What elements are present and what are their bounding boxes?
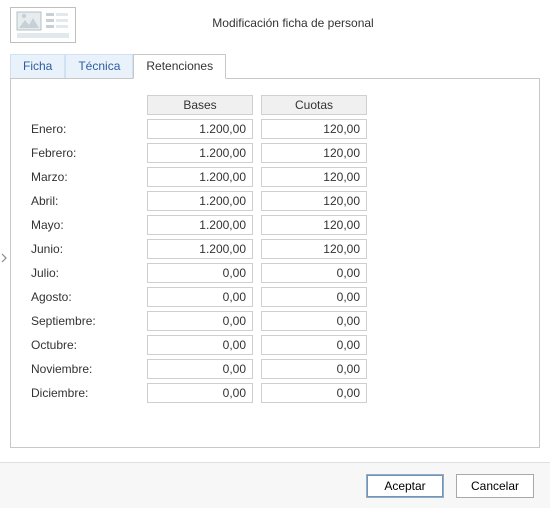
month-label: Abril:: [31, 194, 147, 208]
table-row: Diciembre:: [31, 383, 519, 403]
table-row: Agosto:: [31, 287, 519, 307]
bases-input[interactable]: [147, 167, 253, 187]
month-label: Febrero:: [31, 146, 147, 160]
table-row: Septiembre:: [31, 311, 519, 331]
cuotas-input[interactable]: [261, 119, 367, 139]
tab-tecnica[interactable]: Técnica: [65, 54, 133, 78]
month-label: Enero:: [31, 122, 147, 136]
cuotas-input[interactable]: [261, 311, 367, 331]
month-label: Septiembre:: [31, 314, 147, 328]
bases-input[interactable]: [147, 119, 253, 139]
chevron-right-icon: [1, 253, 7, 263]
cancel-button[interactable]: Cancelar: [456, 474, 534, 498]
month-label: Agosto:: [31, 290, 147, 304]
tab-retenciones[interactable]: Retenciones: [133, 54, 226, 79]
table-row: Enero:: [31, 119, 519, 139]
bases-input[interactable]: [147, 191, 253, 211]
bases-input[interactable]: [147, 215, 253, 235]
month-label: Julio:: [31, 266, 147, 280]
month-label: Noviembre:: [31, 362, 147, 376]
bases-input[interactable]: [147, 239, 253, 259]
table-row: Junio:: [31, 239, 519, 259]
table-row: Octubre:: [31, 335, 519, 355]
table-row: Mayo:: [31, 215, 519, 235]
personnel-card-icon: [16, 11, 70, 39]
cuotas-input[interactable]: [261, 335, 367, 355]
bases-input[interactable]: [147, 287, 253, 307]
accept-button[interactable]: Aceptar: [366, 474, 444, 498]
bases-input[interactable]: [147, 311, 253, 331]
expand-handle[interactable]: [0, 250, 8, 266]
month-label: Diciembre:: [31, 386, 147, 400]
tabs: Ficha Técnica Retenciones: [10, 54, 550, 78]
month-label: Marzo:: [31, 170, 147, 184]
bases-input[interactable]: [147, 143, 253, 163]
column-header-cuotas: Cuotas: [261, 95, 367, 115]
month-label: Junio:: [31, 242, 147, 256]
dialog-title: Modificación ficha de personal: [76, 16, 550, 30]
cuotas-input[interactable]: [261, 239, 367, 259]
cuotas-input[interactable]: [261, 143, 367, 163]
table-row: Abril:: [31, 191, 519, 211]
cuotas-input[interactable]: [261, 167, 367, 187]
bases-input[interactable]: [147, 263, 253, 283]
column-header-bases: Bases: [147, 95, 253, 115]
table-row: Febrero:: [31, 143, 519, 163]
tab-ficha[interactable]: Ficha: [10, 54, 65, 78]
bases-input[interactable]: [147, 383, 253, 403]
bases-input[interactable]: [147, 359, 253, 379]
dialog-button-bar: Aceptar Cancelar: [0, 462, 550, 508]
table-row: Marzo:: [31, 167, 519, 187]
bases-input[interactable]: [147, 335, 253, 355]
cuotas-input[interactable]: [261, 191, 367, 211]
retenciones-panel: Bases Cuotas Enero: Febrero: Marzo: Abril: M…: [10, 78, 540, 448]
cuotas-input[interactable]: [261, 359, 367, 379]
table-row: Julio:: [31, 263, 519, 283]
table-row: Noviembre:: [31, 359, 519, 379]
cuotas-input[interactable]: [261, 287, 367, 307]
cuotas-input[interactable]: [261, 215, 367, 235]
header-icon[interactable]: [10, 7, 76, 43]
cuotas-input[interactable]: [261, 383, 367, 403]
month-label: Mayo:: [31, 218, 147, 232]
month-label: Octubre:: [31, 338, 147, 352]
cuotas-input[interactable]: [261, 263, 367, 283]
